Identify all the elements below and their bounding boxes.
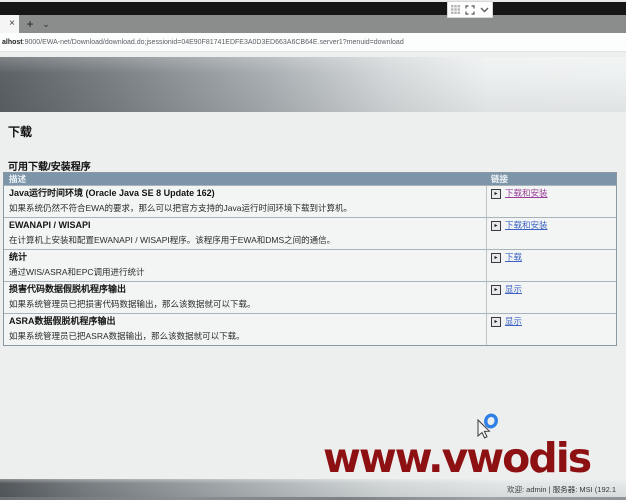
table-row: 统计 通过WIS/ASRA和EPC调用进行统计 ▸ 下载	[4, 249, 616, 281]
download-link[interactable]: 显示	[505, 284, 522, 294]
link-cell: ▸ 显示	[486, 282, 616, 313]
column-header-description: 描述	[9, 174, 27, 184]
page-title: 下载	[8, 125, 33, 139]
download-item-description: 如果系统管理员已把ASRA数据输出，那么该数据就可以下载。	[9, 331, 245, 341]
download-item-description: 通过WIS/ASRA和EPC调用进行统计	[9, 267, 145, 277]
url-path: :9000/EWA-net/Download/download.do;jsess…	[22, 39, 404, 46]
download-item-description: 如果系统管理员已把损害代码数据输出，那么该数据就可以下载。	[9, 299, 256, 309]
tab-list-chevron-icon[interactable]: ⌄	[38, 15, 54, 33]
download-item-description: 如果系统仍然不符合EWA的要求，那么可以把官方支持的Java运行时间环境下载到计…	[9, 203, 353, 213]
viewer-toolbar[interactable]	[447, 1, 493, 18]
download-item-title: ASRA数据假脱机程序输出	[9, 316, 116, 326]
new-tab-button[interactable]: +	[22, 15, 38, 33]
table-row: ASRA数据假脱机程序输出 如果系统管理员已把ASRA数据输出，那么该数据就可以…	[4, 313, 616, 345]
status-bar: 欢迎: admin | 服务器: MSI (192.1	[0, 479, 626, 497]
browser-tab-bar: × + ⌄	[0, 15, 626, 33]
description-cell: EWANAPI / WISAPI 在计算机上安装和配置EWANAPI / WIS…	[4, 218, 486, 249]
url-text[interactable]: alhost:9000/EWA-net/Download/download.do…	[2, 39, 404, 46]
download-link[interactable]: 下载和安装	[505, 220, 548, 230]
description-cell: ASRA数据假脱机程序输出 如果系统管理员已把ASRA数据输出，那么该数据就可以…	[4, 314, 486, 345]
description-cell: 损害代码数据假脱机程序输出 如果系统管理员已把损害代码数据输出，那么该数据就可以…	[4, 282, 486, 313]
watermark-text: www.vwodis	[323, 434, 592, 482]
window-title-bar	[0, 2, 626, 15]
download-item-title: Java运行时间环境 (Oracle Java SE 8 Update 162)	[9, 188, 215, 198]
arrow-pointer-icon	[477, 418, 491, 439]
download-item-title: EWANAPI / WISAPI	[9, 220, 91, 230]
download-link[interactable]: 下载和安装	[505, 188, 548, 198]
go-arrow-icon[interactable]: ▸	[491, 317, 501, 327]
go-arrow-icon[interactable]: ▸	[491, 285, 501, 295]
link-cell: ▸ 下载和安装	[486, 218, 616, 249]
tab-close-icon[interactable]: ×	[9, 19, 15, 29]
go-arrow-icon[interactable]: ▸	[491, 253, 501, 263]
grid-icon[interactable]	[451, 5, 460, 14]
go-arrow-icon[interactable]: ▸	[491, 189, 501, 199]
link-cell: ▸ 下载	[486, 250, 616, 281]
link-cell: ▸ 显示	[486, 314, 616, 345]
status-welcome-text: 欢迎: admin | 服务器: MSI (192.1	[507, 485, 617, 494]
download-link[interactable]: 显示	[505, 316, 522, 326]
column-header-links: 链接	[491, 174, 509, 184]
description-cell: Java运行时间环境 (Oracle Java SE 8 Update 162)…	[4, 186, 486, 217]
go-arrow-icon[interactable]: ▸	[491, 221, 501, 231]
download-item-description: 在计算机上安装和配置EWANAPI / WISAPI程序。该程序用于EWA和DM…	[9, 235, 336, 245]
active-tab[interactable]: ×	[0, 15, 19, 33]
url-host: alhost	[2, 39, 23, 46]
download-link[interactable]: 下载	[505, 252, 522, 262]
mouse-cursor	[475, 411, 501, 446]
chevron-down-icon[interactable]	[480, 7, 489, 13]
download-item-title: 损害代码数据假脱机程序输出	[9, 284, 127, 294]
section-title: 可用下载/安装程序	[8, 162, 91, 173]
table-row: Java运行时间环境 (Oracle Java SE 8 Update 162)…	[4, 185, 616, 217]
description-cell: 统计 通过WIS/ASRA和EPC调用进行统计	[4, 250, 486, 281]
page-header-banner	[0, 57, 626, 112]
address-bar[interactable]: alhost:9000/EWA-net/Download/download.do…	[0, 33, 626, 52]
busy-spinner-icon	[484, 413, 498, 429]
link-cell: ▸ 下载和安装	[486, 186, 616, 217]
fullscreen-icon[interactable]	[465, 4, 475, 15]
downloads-table: 描述 链接 Java运行时间环境 (Oracle Java SE 8 Updat…	[3, 172, 617, 346]
table-row: 损害代码数据假脱机程序输出 如果系统管理员已把损害代码数据输出，那么该数据就可以…	[4, 281, 616, 313]
remote-desktop-screen: × + ⌄ alhost:9000/EWA-net/Download/downl…	[0, 0, 626, 500]
table-row: EWANAPI / WISAPI 在计算机上安装和配置EWANAPI / WIS…	[4, 217, 616, 249]
table-header-row: 描述 链接	[4, 173, 616, 185]
download-item-title: 统计	[9, 252, 28, 262]
table-body: Java运行时间环境 (Oracle Java SE 8 Update 162)…	[4, 185, 616, 345]
